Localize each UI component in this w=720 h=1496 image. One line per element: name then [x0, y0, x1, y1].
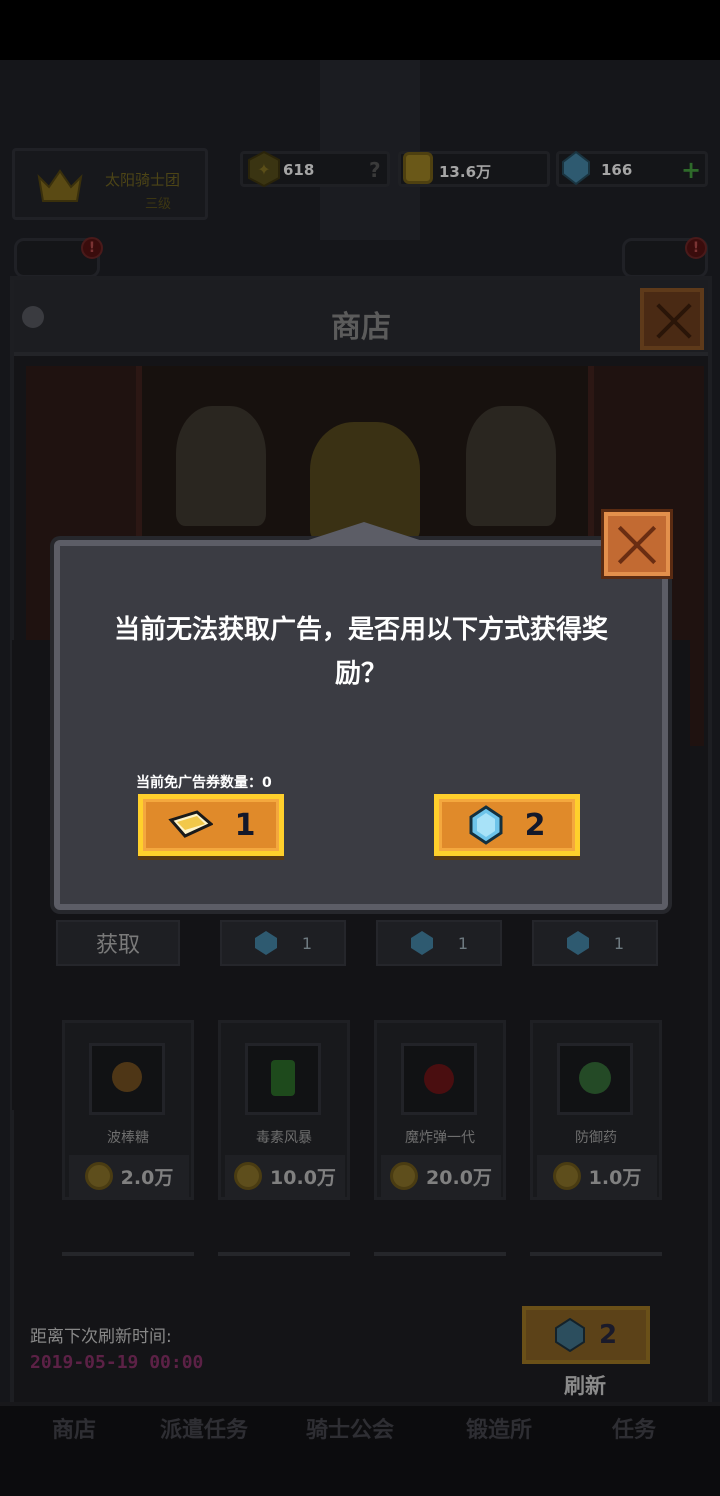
nav-shop[interactable]: 商店 [52, 1412, 96, 1444]
guild-box[interactable]: 太阳骑士团 三级 [12, 148, 208, 220]
defense-potion-icon [557, 1043, 633, 1115]
item-price-value: 1.0万 [588, 1166, 642, 1189]
coin-icon [234, 1162, 263, 1190]
lollipop-icon [89, 1043, 165, 1115]
power-help-icon[interactable]: ? [369, 158, 381, 182]
tab-gem-value: 1 [613, 933, 625, 953]
gem-icon [566, 931, 589, 955]
shop-item[interactable]: 防御药 1.0万 [530, 1020, 662, 1200]
gem-icon [254, 931, 277, 955]
shop-close-button[interactable] [640, 288, 704, 350]
power-value: 618 [283, 161, 315, 179]
item-name: 毒素风暴 [256, 1130, 312, 1146]
divider [530, 1252, 662, 1256]
alert-badge: ! [685, 237, 707, 259]
coin-icon [390, 1162, 419, 1190]
gem-option-value: 2 [524, 807, 546, 843]
shop-item[interactable]: 魔炸弹一代 20.0万 [374, 1020, 506, 1200]
crown-icon [37, 169, 83, 202]
ticket-option-value: 1 [234, 807, 256, 843]
divider [62, 1252, 194, 1256]
svg-text:✦: ✦ [257, 160, 270, 179]
tab-gem-3[interactable]: 1 [532, 920, 658, 966]
use-ticket-button[interactable]: 1 [138, 794, 284, 856]
item-name: 防御药 [575, 1130, 617, 1146]
status-bar-area [0, 0, 720, 60]
item-name: 魔炸弹一代 [405, 1130, 475, 1146]
coin-icon [552, 1162, 581, 1190]
shop-header: 商店 [14, 280, 708, 356]
item-price[interactable]: 1.0万 [537, 1155, 657, 1197]
bomb-icon [401, 1043, 477, 1115]
item-price-value: 20.0万 [426, 1166, 492, 1189]
ticket-count-label: 当前免广告券数量：0 [136, 775, 272, 791]
refresh-label: 距离下次刷新时间: [30, 1327, 172, 1347]
bottom-nav: 商店 派遣任务 骑士公会 锻造所 任务 [0, 1402, 720, 1496]
side-tab-right[interactable]: ! [622, 237, 708, 278]
nav-dispatch[interactable]: 派遣任务 [160, 1412, 248, 1444]
refresh-time: 2019-05-19 00:00 [30, 1352, 204, 1373]
gem-icon [554, 1318, 585, 1352]
shop-item[interactable]: 毒素风暴 10.0万 [218, 1020, 350, 1200]
ticket-icon [167, 810, 213, 838]
gem-resource: 166 + [556, 150, 708, 187]
use-gems-button[interactable]: 2 [434, 794, 580, 856]
divider [374, 1252, 506, 1256]
guild-level: 三级 [145, 197, 172, 212]
refresh-button[interactable]: 2 [522, 1306, 650, 1364]
divider [218, 1252, 350, 1256]
shop-title: 商店 [331, 310, 391, 345]
dialog-notch [296, 522, 432, 544]
nav-guild[interactable]: 骑士公会 [306, 1412, 394, 1444]
dialog-message: 当前无法获取广告，是否用以下方式获得奖励？ [113, 615, 608, 689]
nav-quests[interactable]: 任务 [612, 1412, 656, 1444]
tab-gem-value: 1 [457, 933, 469, 953]
refresh-button-label[interactable]: 刷新 [564, 1370, 606, 1400]
alert-badge: ! [81, 237, 103, 259]
gold-resource: 13.6万 [398, 151, 550, 187]
tab-get[interactable]: 获取 [56, 920, 180, 966]
power-icon: ✦ [248, 150, 280, 188]
gold-value: 13.6万 [439, 163, 492, 181]
armor-stand-right [466, 406, 556, 526]
background-tower [320, 60, 420, 240]
side-tab-left[interactable]: ! [14, 237, 103, 278]
poison-potion-icon [245, 1043, 321, 1115]
refresh-cost: 2 [598, 1320, 618, 1350]
coin-icon [84, 1162, 113, 1190]
nav-forge[interactable]: 锻造所 [466, 1412, 532, 1444]
gem-icon [469, 805, 503, 845]
gem-icon [410, 931, 433, 955]
shop-item[interactable]: 波棒糖 2.0万 [62, 1020, 194, 1200]
tab-gem-2[interactable]: 1 [376, 920, 502, 966]
armor-stand-left [176, 406, 266, 526]
tab-gem-value: 1 [301, 933, 313, 953]
item-name: 波棒糖 [107, 1130, 149, 1146]
item-price[interactable]: 2.0万 [69, 1155, 189, 1197]
gem-icon [562, 150, 590, 186]
guild-name: 太阳骑士团 [105, 171, 181, 189]
gem-value: 166 [601, 161, 633, 179]
add-gems-button[interactable]: + [681, 156, 701, 184]
item-price[interactable]: 10.0万 [225, 1155, 345, 1197]
coin-icon [403, 152, 433, 184]
power-resource: ✦ 618 ? [240, 150, 390, 188]
item-price-value: 2.0万 [120, 1166, 174, 1189]
tab-gem-1[interactable]: 1 [220, 920, 346, 966]
item-price[interactable]: 20.0万 [381, 1155, 501, 1197]
dialog-close-button[interactable] [604, 512, 670, 576]
item-price-value: 10.0万 [270, 1166, 336, 1189]
